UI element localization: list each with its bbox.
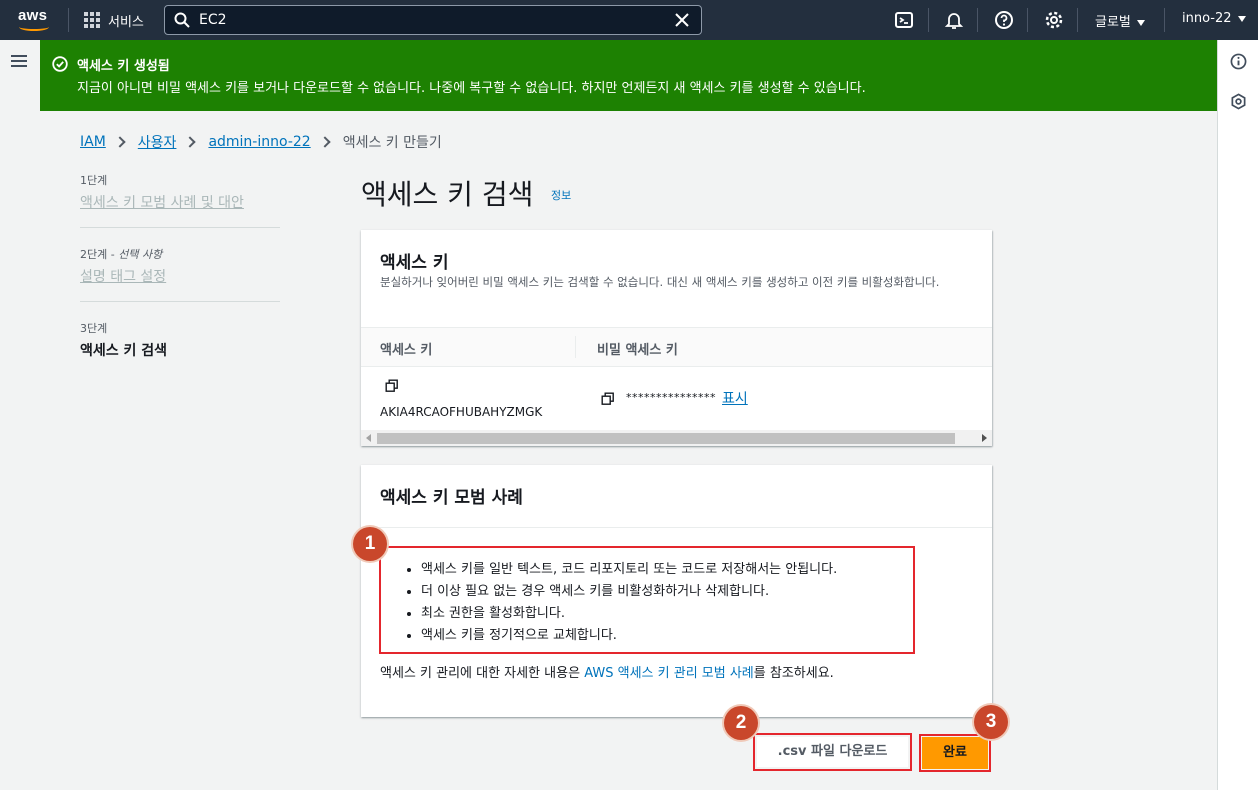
access-key-card: 액세스 키 분실하거나 잊어버린 비밀 액세스 키는 검색할 수 없습니다. 대…: [361, 230, 992, 446]
left-rail: [0, 40, 40, 790]
scroll-left-arrow-icon[interactable]: [366, 434, 371, 442]
aws-smile-icon: [19, 23, 49, 31]
chevron-right-icon: [319, 136, 331, 148]
search-value: EC2: [199, 12, 227, 28]
copy-access-key-icon[interactable]: [385, 379, 399, 393]
nav-divider: [1077, 8, 1078, 32]
help-icon[interactable]: [994, 10, 1014, 30]
breadcrumb-users[interactable]: 사용자: [138, 132, 177, 152]
step-number: 3단계: [80, 322, 108, 335]
nav-divider: [928, 8, 929, 32]
step-optional-text: 선택 사항: [118, 248, 163, 261]
column-header-secret-key: 비밀 액세스 키: [597, 343, 678, 358]
breadcrumb-user[interactable]: admin-inno-22: [208, 134, 310, 150]
annotation-box-done: [919, 734, 991, 772]
info-link[interactable]: 정보: [551, 187, 571, 203]
annotation-box-best-practices: [379, 546, 915, 654]
page-title: 액세스 키 검색: [361, 178, 534, 211]
flash-title: 액세스 키 생성됨: [77, 59, 170, 74]
account-menu[interactable]: inno-22: [1182, 11, 1246, 26]
nav-divider: [68, 8, 69, 32]
best-practices-title: 액세스 키 모범 사례: [380, 488, 523, 508]
breadcrumb: IAM 사용자 admin-inno-22 액세스 키 만들기: [80, 132, 442, 152]
annotation-badge-1: 1: [353, 527, 387, 561]
access-key-id: AKIA4RCAOFHUBAHYZMGK: [380, 405, 543, 419]
menu-hamburger-icon[interactable]: [11, 55, 27, 67]
wizard-step-3: 3단계 액세스 키 검색: [80, 320, 280, 360]
settings-gear-icon[interactable]: [1044, 10, 1064, 30]
nav-divider: [1164, 8, 1165, 32]
cloudshell-icon[interactable]: [894, 10, 914, 30]
best-practices-link[interactable]: AWS 액세스 키 관리 모범 사례: [584, 666, 754, 681]
breadcrumb-iam[interactable]: IAM: [80, 134, 106, 150]
access-key-card-title: 액세스 키: [380, 253, 449, 273]
column-divider: [575, 336, 576, 358]
account-label: inno-22: [1182, 11, 1232, 26]
more-info-prefix: 액세스 키 관리에 대한 자세한 내용은: [380, 666, 585, 681]
step-number-text: 2단계: [80, 248, 108, 261]
services-menu-label[interactable]: 서비스: [108, 11, 144, 30]
nav-divider: [1027, 8, 1028, 32]
annotation-box-csv: [753, 733, 912, 771]
secret-access-key-masked: ***************: [626, 391, 716, 404]
step-divider: [80, 227, 280, 228]
nav-divider: [977, 8, 978, 32]
chevron-down-icon: [1136, 19, 1145, 26]
flash-message: 지금이 아니면 비밀 액세스 키를 보거나 다운로드할 수 없습니다. 나중에 …: [77, 81, 866, 96]
success-flash-banner: 액세스 키 생성됨 지금이 아니면 비밀 액세스 키를 보거나 다운로드할 수 …: [40, 40, 1217, 111]
info-panel-icon[interactable]: [1230, 53, 1247, 70]
access-key-card-description: 분실하거나 잊어버린 비밀 액세스 키는 검색할 수 없습니다. 대신 새 액세…: [380, 275, 940, 289]
clear-search-icon[interactable]: [673, 11, 691, 29]
aws-logo-text: aws: [18, 7, 48, 24]
scrollbar-thumb[interactable]: [377, 433, 955, 444]
show-secret-link[interactable]: 표시: [722, 388, 748, 408]
wizard-step-2: 2단계 - 선택 사항 설명 태그 설정: [80, 246, 280, 286]
top-navigation: aws 서비스 EC2 글로벌 inno-22: [0, 0, 1258, 40]
chevron-right-icon: [184, 136, 197, 148]
step-link-best-practices[interactable]: 액세스 키 모범 사례 및 대안: [80, 192, 280, 212]
step-number: 1단계: [80, 174, 108, 187]
chevron-right-icon: [114, 136, 126, 148]
notifications-bell-icon[interactable]: [944, 10, 964, 30]
annotation-badge-2: 2: [724, 706, 758, 740]
best-practices-more-info: 액세스 키 관리에 대한 자세한 내용은 AWS 액세스 키 관리 모범 사례를…: [380, 662, 834, 681]
table-header: 액세스 키 비밀 액세스 키: [361, 327, 992, 367]
search-icon: [174, 12, 190, 28]
scroll-right-arrow-icon[interactable]: [982, 434, 987, 442]
breadcrumb-current: 액세스 키 만들기: [342, 135, 442, 151]
right-rail: [1217, 40, 1258, 790]
annotation-badge-3: 3: [974, 705, 1008, 739]
more-info-suffix: 를 참조하세요.: [753, 666, 834, 681]
region-selector[interactable]: 글로벌: [1095, 11, 1145, 30]
step-current-label: 액세스 키 검색: [80, 343, 168, 359]
chevron-down-icon: [1237, 15, 1246, 22]
quick-links-icon[interactable]: [1230, 93, 1247, 110]
copy-secret-key-icon[interactable]: [601, 392, 615, 406]
aws-logo[interactable]: aws: [16, 6, 52, 34]
horizontal-scrollbar[interactable]: [361, 430, 992, 446]
region-label: 글로벌: [1095, 15, 1131, 30]
step-divider: [80, 301, 280, 302]
search-input[interactable]: EC2: [164, 5, 702, 35]
step-number: 2단계 - 선택 사항: [80, 248, 163, 261]
services-grid-icon[interactable]: [84, 12, 100, 28]
column-header-access-key: 액세스 키: [380, 343, 433, 358]
card-header-divider: [361, 527, 992, 528]
wizard-steps: 1단계 액세스 키 모범 사례 및 대안 2단계 - 선택 사항 설명 태그 설…: [80, 172, 280, 360]
step-link-tags[interactable]: 설명 태그 설정: [80, 266, 280, 286]
wizard-step-1: 1단계 액세스 키 모범 사례 및 대안: [80, 172, 280, 212]
success-check-icon: [52, 56, 68, 72]
